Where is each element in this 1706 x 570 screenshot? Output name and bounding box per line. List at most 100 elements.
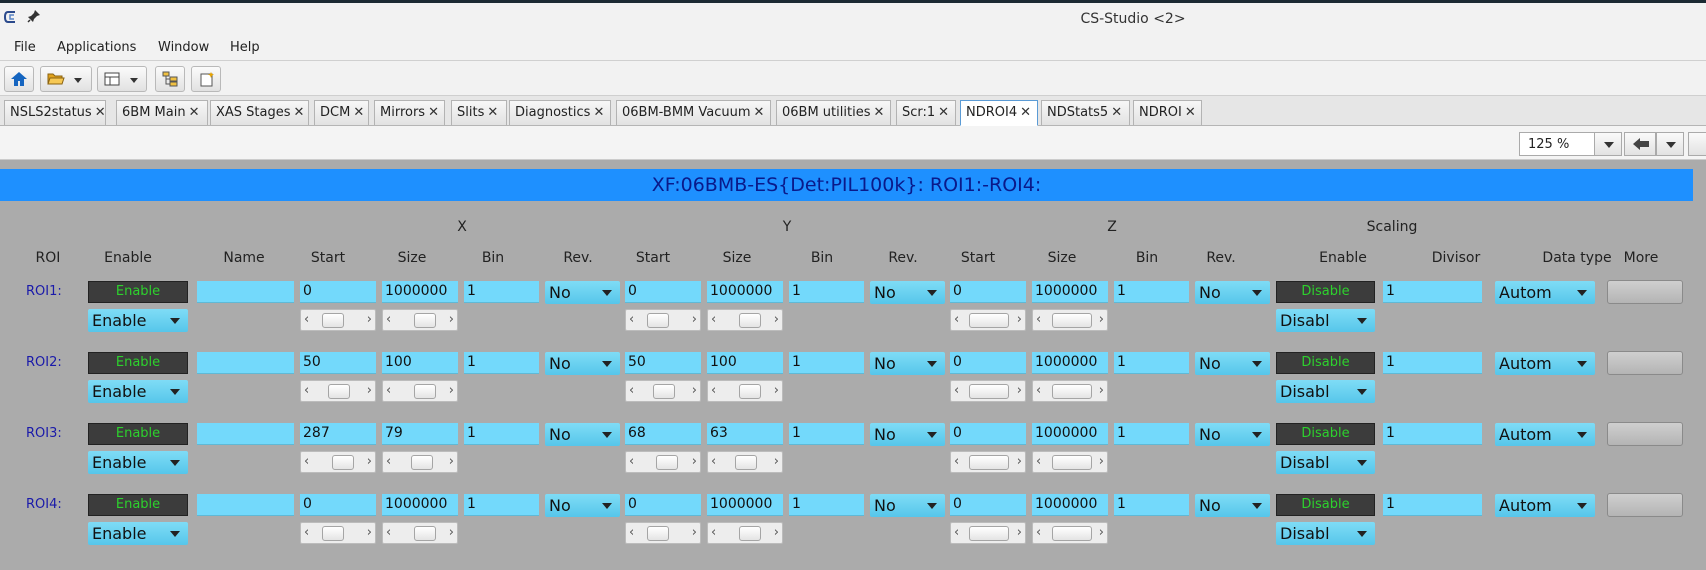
history-dropdown-button[interactable] xyxy=(1656,132,1684,156)
scroll-right-icon[interactable]: › xyxy=(692,312,697,327)
y-bin-field[interactable]: 1 xyxy=(789,281,864,303)
y-size-field[interactable]: 1000000 xyxy=(707,494,783,516)
scroll-left-icon[interactable]: ‹ xyxy=(954,525,959,540)
x-size-slider[interactable]: ‹ › xyxy=(382,451,458,473)
tab-06bm-utilities[interactable]: 06BM utilities ✕ xyxy=(776,100,891,125)
scroll-thumb[interactable] xyxy=(735,455,757,470)
divisor-field[interactable]: 1 xyxy=(1383,281,1482,303)
scroll-thumb[interactable] xyxy=(647,526,669,541)
z-bin-field[interactable]: 1 xyxy=(1114,352,1189,374)
x-start-slider[interactable]: ‹ › xyxy=(300,380,376,402)
x-rev-select[interactable]: No xyxy=(545,281,620,304)
close-icon[interactable]: ✕ xyxy=(294,105,305,120)
tree-button[interactable] xyxy=(155,66,185,92)
data-type-select[interactable]: Autom xyxy=(1495,281,1595,304)
x-bin-field[interactable]: 1 xyxy=(464,281,539,303)
scroll-thumb[interactable] xyxy=(739,526,761,541)
scroll-left-icon[interactable]: ‹ xyxy=(954,383,959,398)
scroll-left-icon[interactable]: ‹ xyxy=(629,525,634,540)
z-size-field[interactable]: 1000000 xyxy=(1032,494,1108,516)
z-start-slider[interactable]: ‹ › xyxy=(950,309,1026,331)
scroll-thumb[interactable] xyxy=(653,384,675,399)
y-bin-field[interactable]: 1 xyxy=(789,494,864,516)
home-button[interactable] xyxy=(4,66,34,92)
enable-select[interactable]: Enable xyxy=(88,451,188,474)
menu-applications[interactable]: Applications xyxy=(57,40,136,55)
close-icon[interactable]: ✕ xyxy=(1185,105,1196,120)
scroll-thumb[interactable] xyxy=(739,313,761,328)
tab-dcm[interactable]: DCM ✕ xyxy=(314,100,369,125)
scroll-left-icon[interactable]: ‹ xyxy=(1036,312,1041,327)
tab-nsls2status[interactable]: NSLS2status ✕ xyxy=(4,100,106,125)
more-button[interactable] xyxy=(1607,422,1683,446)
zoom-select[interactable]: 125 % xyxy=(1519,132,1595,156)
zoom-dropdown-button[interactable] xyxy=(1594,132,1622,156)
z-bin-field[interactable]: 1 xyxy=(1114,423,1189,445)
z-size-slider[interactable]: ‹ › xyxy=(1032,522,1108,544)
scroll-right-icon[interactable]: › xyxy=(1017,383,1022,398)
menu-help[interactable]: Help xyxy=(230,40,260,55)
scroll-right-icon[interactable]: › xyxy=(1017,525,1022,540)
scroll-right-icon[interactable]: › xyxy=(449,525,454,540)
z-bin-field[interactable]: 1 xyxy=(1114,494,1189,516)
more-button[interactable] xyxy=(1607,351,1683,375)
tab-xas-stages[interactable]: XAS Stages ✕ xyxy=(210,100,309,125)
scaling-enable-button[interactable]: Disable xyxy=(1276,423,1375,445)
menu-file[interactable]: File xyxy=(14,40,36,55)
close-icon[interactable]: ✕ xyxy=(1111,105,1122,120)
enable-select[interactable]: Enable xyxy=(88,309,188,332)
open-button[interactable] xyxy=(40,66,92,92)
enable-select[interactable]: Enable xyxy=(88,380,188,403)
scroll-left-icon[interactable]: ‹ xyxy=(711,525,716,540)
scroll-left-icon[interactable]: ‹ xyxy=(1036,454,1041,469)
scroll-thumb[interactable] xyxy=(411,455,433,470)
y-rev-select[interactable]: No xyxy=(870,494,945,517)
y-start-field[interactable]: 0 xyxy=(625,281,701,303)
scaling-enable-select[interactable]: Disabl xyxy=(1276,522,1375,545)
close-icon[interactable]: ✕ xyxy=(353,105,364,120)
name-field[interactable] xyxy=(197,281,294,303)
scroll-thumb[interactable] xyxy=(322,313,344,328)
more-button[interactable] xyxy=(1607,280,1683,304)
z-bin-field[interactable]: 1 xyxy=(1114,281,1189,303)
x-start-field[interactable]: 287 xyxy=(300,423,376,445)
divisor-field[interactable]: 1 xyxy=(1383,423,1482,445)
close-icon[interactable]: ✕ xyxy=(593,105,604,120)
x-start-slider[interactable]: ‹ › xyxy=(300,309,376,331)
scroll-thumb[interactable] xyxy=(969,384,1009,399)
scroll-right-icon[interactable]: › xyxy=(692,525,697,540)
scroll-thumb[interactable] xyxy=(414,526,436,541)
x-start-field[interactable]: 0 xyxy=(300,281,376,303)
scroll-right-icon[interactable]: › xyxy=(1017,312,1022,327)
scroll-left-icon[interactable]: ‹ xyxy=(629,454,634,469)
scroll-left-icon[interactable]: ‹ xyxy=(304,312,309,327)
x-rev-select[interactable]: No xyxy=(545,352,620,375)
scroll-thumb[interactable] xyxy=(414,384,436,399)
scroll-right-icon[interactable]: › xyxy=(1099,525,1104,540)
z-start-slider[interactable]: ‹ › xyxy=(950,451,1026,473)
z-size-field[interactable]: 1000000 xyxy=(1032,352,1108,374)
tab-ndstats5[interactable]: NDStats5 ✕ xyxy=(1041,100,1130,125)
y-bin-field[interactable]: 1 xyxy=(789,352,864,374)
forward-button[interactable] xyxy=(1688,132,1706,156)
z-start-slider[interactable]: ‹ › xyxy=(950,380,1026,402)
enable-select[interactable]: Enable xyxy=(88,522,188,545)
x-start-slider[interactable]: ‹ › xyxy=(300,451,376,473)
y-bin-field[interactable]: 1 xyxy=(789,423,864,445)
scroll-left-icon[interactable]: ‹ xyxy=(954,312,959,327)
scroll-thumb[interactable] xyxy=(647,313,669,328)
scaling-enable-button[interactable]: Disable xyxy=(1276,494,1375,516)
z-start-field[interactable]: 0 xyxy=(950,281,1026,303)
y-rev-select[interactable]: No xyxy=(870,352,945,375)
scroll-left-icon[interactable]: ‹ xyxy=(304,383,309,398)
scroll-right-icon[interactable]: › xyxy=(449,454,454,469)
scaling-enable-select[interactable]: Disabl xyxy=(1276,451,1375,474)
y-size-slider[interactable]: ‹ › xyxy=(707,380,783,402)
layout-button[interactable] xyxy=(97,66,147,92)
close-icon[interactable]: ✕ xyxy=(754,105,765,120)
z-rev-select[interactable]: No xyxy=(1195,494,1270,517)
tab-ndroi[interactable]: NDROI ✕ xyxy=(1133,100,1202,125)
scroll-right-icon[interactable]: › xyxy=(1017,454,1022,469)
scroll-right-icon[interactable]: › xyxy=(692,454,697,469)
scroll-right-icon[interactable]: › xyxy=(449,312,454,327)
